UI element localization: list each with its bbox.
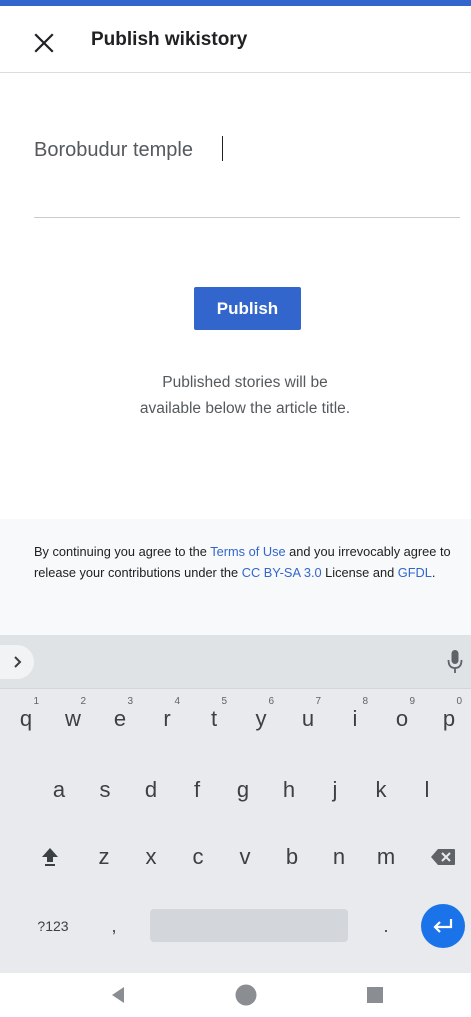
key-q[interactable]: q1 (5, 694, 47, 744)
space-key[interactable] (150, 909, 348, 942)
key-e-hint: 3 (127, 696, 133, 707)
key-u[interactable]: u7 (287, 694, 329, 744)
key-o[interactable]: o9 (381, 694, 423, 744)
key-e[interactable]: e3 (99, 694, 141, 744)
nav-home-button[interactable] (226, 975, 266, 1015)
key-t[interactable]: t5 (193, 694, 235, 744)
key-d[interactable]: d (130, 765, 172, 815)
keyboard-row-4: ?123 , . (0, 901, 471, 951)
comma-key[interactable]: , (94, 901, 134, 951)
microphone-icon (447, 650, 463, 673)
back-triangle-icon (112, 987, 124, 1003)
keyboard-expand-button[interactable] (0, 645, 34, 679)
key-o-hint: 9 (409, 696, 415, 707)
publish-note-line2: available below the article title. (139, 400, 351, 417)
license-text-part1: By continuing you agree to the (34, 544, 211, 559)
close-button[interactable] (26, 25, 62, 61)
keyboard-toolbar (0, 635, 471, 689)
license-text-part3: License and (321, 565, 398, 580)
key-r-hint: 4 (174, 696, 180, 707)
key-p-label: p (442, 706, 456, 731)
key-h[interactable]: h (268, 765, 310, 815)
close-icon (34, 33, 54, 53)
app-header: Publish wikistory (0, 6, 471, 73)
key-c[interactable]: c (178, 832, 218, 882)
symbols-key[interactable]: ?123 (26, 901, 80, 951)
publish-button[interactable]: Publish (194, 287, 301, 330)
nav-recents-button[interactable] (355, 975, 395, 1015)
key-i-hint: 8 (362, 696, 368, 707)
key-m[interactable]: m (366, 832, 406, 882)
shift-key[interactable] (32, 832, 68, 882)
key-r-label: r (163, 706, 171, 731)
key-p[interactable]: p0 (428, 694, 470, 744)
key-q-hint: 1 (33, 696, 39, 707)
story-title-input[interactable] (34, 130, 434, 170)
backspace-icon (431, 849, 455, 865)
key-t-hint: 5 (221, 696, 227, 707)
license-text: By continuing you agree to the Terms of … (34, 541, 459, 583)
cc-by-sa-link[interactable]: CC BY-SA 3.0 (242, 565, 322, 580)
key-i[interactable]: i8 (334, 694, 376, 744)
keyboard-row-1: q1w2e3r4t5y6u7i8o9p0 (0, 694, 471, 744)
home-circle-icon (235, 984, 257, 1006)
keyboard-row-2: asdfghjkl (0, 765, 471, 815)
key-y[interactable]: y6 (240, 694, 282, 744)
key-a[interactable]: a (38, 765, 80, 815)
key-w-label: w (65, 706, 81, 731)
publish-note: Published stories will be available belo… (100, 370, 390, 422)
key-f[interactable]: f (176, 765, 218, 815)
terms-of-use-link[interactable]: Terms of Use (210, 544, 285, 559)
key-y-label: y (255, 706, 267, 731)
backspace-key[interactable] (421, 832, 465, 882)
on-screen-keyboard: q1w2e3r4t5y6u7i8o9p0 asdfghjkl zxcvbnm ?… (0, 635, 471, 973)
key-p-hint: 0 (456, 696, 462, 707)
key-z[interactable]: z (84, 832, 124, 882)
key-n[interactable]: n (319, 832, 359, 882)
enter-key[interactable] (421, 904, 465, 948)
nav-back-button[interactable] (98, 975, 138, 1015)
key-u-label: u (301, 706, 315, 731)
gfdl-link[interactable]: GFDL (398, 565, 432, 580)
recents-square-icon (367, 987, 383, 1003)
period-key[interactable]: . (366, 901, 406, 951)
key-k[interactable]: k (360, 765, 402, 815)
key-e-label: e (113, 706, 127, 731)
key-r[interactable]: r4 (146, 694, 188, 744)
key-u-hint: 7 (315, 696, 321, 707)
key-x[interactable]: x (131, 832, 171, 882)
license-text-part4: . (431, 565, 436, 580)
voice-input-button[interactable] (443, 647, 467, 677)
story-title-field (34, 128, 460, 218)
license-panel: By continuing you agree to the Terms of … (0, 519, 471, 635)
key-b[interactable]: b (272, 832, 312, 882)
key-q-label: q (19, 706, 33, 731)
key-l[interactable]: l (406, 765, 448, 815)
keyboard-row-3: zxcvbnm (0, 832, 471, 882)
key-w[interactable]: w2 (52, 694, 94, 744)
key-t-label: t (210, 706, 218, 731)
key-j[interactable]: j (314, 765, 356, 815)
page-title: Publish wikistory (91, 29, 248, 50)
key-s[interactable]: s (84, 765, 126, 815)
enter-icon (433, 919, 453, 933)
chevron-right-icon (14, 656, 22, 668)
system-navigation-bar (0, 973, 471, 1017)
key-g[interactable]: g (222, 765, 264, 815)
key-w-hint: 2 (80, 696, 86, 707)
publish-note-line1: Published stories will be (162, 374, 328, 391)
key-i-label: i (352, 706, 358, 731)
key-y-hint: 6 (268, 696, 274, 707)
text-caret (222, 136, 223, 161)
shift-icon (42, 848, 58, 866)
key-o-label: o (395, 706, 409, 731)
key-v[interactable]: v (225, 832, 265, 882)
